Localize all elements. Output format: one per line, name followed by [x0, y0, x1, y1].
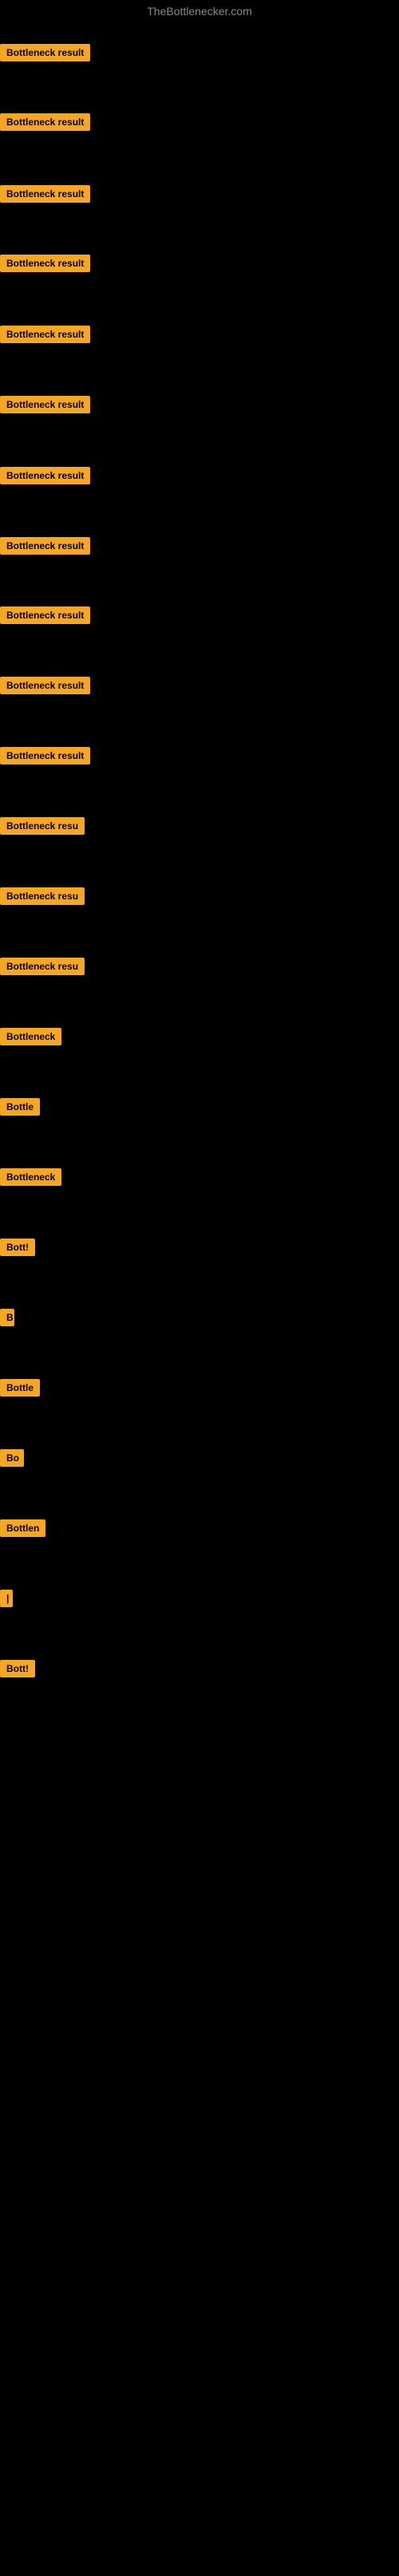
bottleneck-badge-4[interactable]: Bottleneck result	[0, 255, 90, 272]
bottleneck-badge-9[interactable]: Bottleneck result	[0, 606, 90, 624]
bottleneck-badge-24[interactable]: Bott!	[0, 1660, 35, 1677]
bottleneck-badge-5[interactable]: Bottleneck result	[0, 326, 90, 343]
bottleneck-badge-8[interactable]: Bottleneck result	[0, 537, 90, 555]
bottleneck-badge-3[interactable]: Bottleneck result	[0, 185, 90, 203]
bottleneck-badge-6[interactable]: Bottleneck result	[0, 396, 90, 413]
bottleneck-badge-23[interactable]: |	[0, 1590, 13, 1607]
bottleneck-badge-7[interactable]: Bottleneck result	[0, 467, 90, 484]
bottleneck-badge-17[interactable]: Bottleneck	[0, 1168, 61, 1186]
bottleneck-badge-20[interactable]: Bottle	[0, 1379, 40, 1397]
bottleneck-badge-22[interactable]: Bottlen	[0, 1519, 45, 1537]
bottleneck-badge-13[interactable]: Bottleneck resu	[0, 887, 85, 905]
bottleneck-badge-21[interactable]: Bo	[0, 1449, 24, 1467]
bottleneck-badge-14[interactable]: Bottleneck resu	[0, 958, 85, 975]
bottleneck-badge-12[interactable]: Bottleneck resu	[0, 817, 85, 835]
site-title: TheBottlenecker.com	[0, 0, 399, 22]
bottleneck-badge-1[interactable]: Bottleneck result	[0, 44, 90, 61]
bottleneck-badge-18[interactable]: Bott!	[0, 1239, 35, 1256]
bottleneck-badge-19[interactable]: B	[0, 1309, 14, 1326]
bottleneck-badge-11[interactable]: Bottleneck result	[0, 747, 90, 765]
bottleneck-badge-10[interactable]: Bottleneck result	[0, 677, 90, 694]
bottleneck-badge-16[interactable]: Bottle	[0, 1098, 40, 1116]
bottleneck-badge-15[interactable]: Bottleneck	[0, 1028, 61, 1045]
bottleneck-badge-2[interactable]: Bottleneck result	[0, 113, 90, 131]
